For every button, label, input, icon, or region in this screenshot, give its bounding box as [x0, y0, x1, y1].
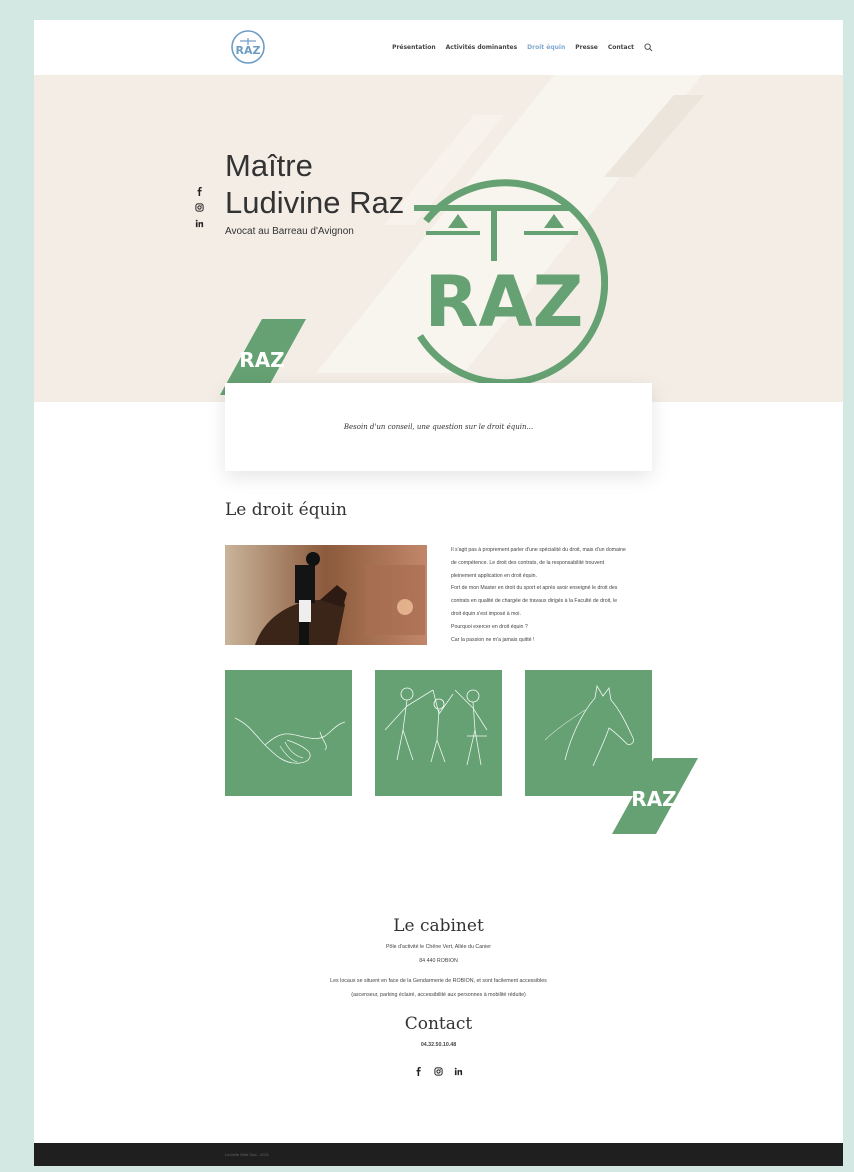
cta-card[interactable]: Besoin d'un conseil, une question sur le… [225, 383, 652, 471]
footer-social-links [414, 1067, 463, 1076]
nav-item-presse[interactable]: Presse [575, 44, 598, 51]
cabinet-info-line1: Les locaux se situent en face de la Gend… [330, 978, 547, 984]
nav-item-activites[interactable]: Activités dominantes [446, 44, 518, 51]
paragraph-line: Fort de mon Master en droit du sport et … [451, 585, 618, 592]
paragraph-line: Il s'agit pas à proprement parler d'une … [451, 547, 626, 553]
site-header: RAZ Présentation Activités dominantes Dr… [34, 20, 843, 75]
tile-family [375, 670, 502, 796]
paragraph-line: Car la passion ne m'a jamais quitté ! [451, 636, 535, 643]
handshake-illustration [234, 717, 346, 764]
main-nav: Présentation Activités dominantes Droit … [392, 43, 653, 52]
svg-text:RAZ: RAZ [631, 787, 676, 811]
contact-title: Contact [404, 1014, 473, 1034]
cta-text[interactable]: Besoin d'un conseil, une question sur le… [344, 423, 533, 431]
hero-section: Maître Ludivine Raz Avocat au Barreau d'… [34, 75, 843, 402]
hero-logo-emblem: RAZ [414, 179, 608, 387]
cabinet-title: Le cabinet [393, 916, 484, 936]
svg-text:RAZ: RAZ [239, 348, 284, 372]
linkedin-icon[interactable] [195, 219, 204, 228]
section-badge-emblem: RAZ [612, 758, 698, 834]
instagram-icon[interactable] [195, 203, 204, 212]
cabinet-info-line2: (ascenseur, parking éclairé, accessibili… [351, 992, 526, 998]
cabinet-address-line2: 84 440 ROBION [419, 958, 458, 964]
svg-text:RAZ: RAZ [236, 44, 261, 57]
hero-subtitle: Avocat au Barreau d'Avignon [225, 226, 354, 237]
droit-equin-paragraph: Il s'agit pas à proprement parler d'une … [451, 544, 661, 646]
hero-title-line1: Maître [225, 148, 313, 183]
search-icon[interactable] [644, 43, 653, 52]
facebook-icon[interactable] [195, 187, 204, 196]
contact-phone[interactable]: 04.32.50.10.48 [34, 1042, 843, 1048]
paragraph-line: contrats en qualité de chargée de travau… [451, 598, 618, 605]
family-illustration [384, 687, 488, 766]
nav-item-droit-equin[interactable]: Droit équin [527, 44, 565, 51]
tile-handshake [225, 670, 352, 796]
facebook-icon[interactable] [414, 1067, 423, 1076]
hero-social-links [195, 187, 204, 228]
site-footer: La belle Web Sud - 2021 [34, 1143, 843, 1166]
nav-item-presentation[interactable]: Présentation [392, 44, 436, 51]
footer-credit[interactable]: La belle Web Sud - 2021 [225, 1152, 269, 1157]
page: RAZ Présentation Activités dominantes Dr… [34, 20, 843, 1166]
site-logo[interactable]: RAZ [230, 29, 266, 65]
horse-rider-photo [225, 545, 427, 645]
hero-logo-text: RAZ [425, 261, 584, 343]
linkedin-icon[interactable] [454, 1067, 463, 1076]
section-title-droit-equin: Le droit équin [225, 500, 347, 520]
hero-title-line2: Ludivine Raz [225, 185, 405, 220]
paragraph-line: de compétence. Le droit des contrats, de… [451, 559, 605, 566]
nav-item-contact[interactable]: Contact [608, 44, 634, 51]
hero-title: Maître Ludivine Raz [225, 147, 404, 221]
instagram-icon[interactable] [434, 1067, 443, 1076]
paragraph-line: droit équin s'est imposé à moi. [451, 610, 521, 617]
cabinet-address-line1: Pôle d'activité le Chêne Vert, Allée du … [386, 944, 491, 950]
paragraph-line: Pourquoi exercer en droit équin ? [451, 623, 528, 630]
paragraph-line: pleinement application en droit équin. [451, 572, 537, 579]
